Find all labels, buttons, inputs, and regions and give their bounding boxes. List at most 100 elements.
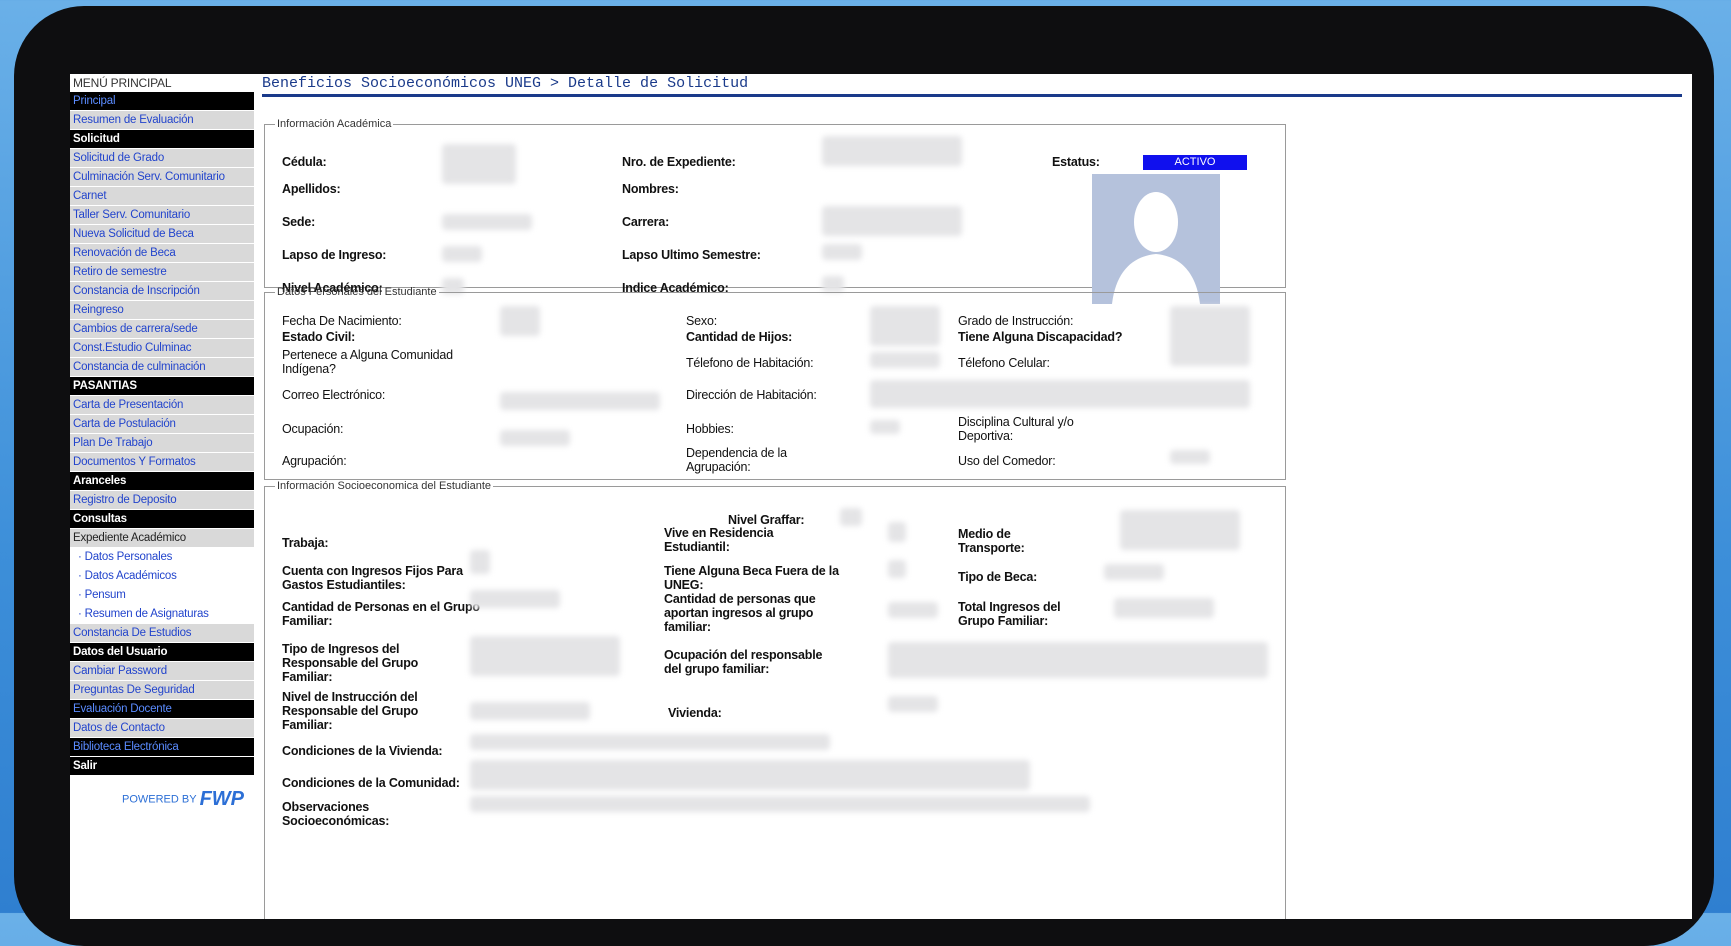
tipo-ingresos-label: Tipo de Ingresos del Responsable del Gru… (282, 642, 419, 684)
blurred-value (822, 244, 862, 260)
tipo-beca-label: Tipo de Beca: (958, 570, 1038, 584)
blurred-value (470, 590, 560, 608)
sidebar-item-17[interactable]: Carta de Postulación (70, 415, 254, 434)
blurred-value (470, 550, 490, 574)
sidebar-item-15[interactable]: PASANTIAS (70, 377, 254, 396)
lapso-ultimo-label: Lapso Ultimo Semestre: (622, 248, 761, 262)
blurred-value (442, 144, 516, 184)
sexo-label: Sexo: (686, 314, 717, 328)
blurred-value (870, 352, 940, 368)
sidebar-item-12[interactable]: Cambios de carrera/sede (70, 320, 254, 339)
blurred-value (888, 642, 1268, 678)
sidebar-item-28[interactable]: Constancia De Estudios (70, 624, 254, 643)
sidebar-item-1[interactable]: Resumen de Evaluación (70, 111, 254, 130)
blurred-value (870, 306, 940, 346)
blurred-value (888, 696, 938, 712)
sidebar-item-33[interactable]: Datos de Contacto (70, 719, 254, 738)
menu-title: MENÚ PRINCIPAL (73, 76, 172, 90)
total-ingresos-label: Total Ingresos del Grupo Familiar: (958, 600, 1061, 628)
sidebar-item-14[interactable]: Constancia de culminación (70, 358, 254, 377)
powered-by: POWERED BY FWP (70, 788, 254, 811)
blurred-value (500, 430, 570, 446)
sidebar-item-26[interactable]: · Pensum (70, 586, 254, 605)
sidebar-item-13[interactable]: Const.Estudio Culminac (70, 339, 254, 358)
trabaja-label: Trabaja: (282, 536, 329, 550)
fwp-logo: FWP (199, 788, 244, 810)
blurred-value (1114, 598, 1214, 618)
vivienda-label: Vivienda: (668, 706, 722, 720)
menu-list: Principal Resumen de Evaluación Solicitud S… (70, 92, 254, 776)
expediente-label: Nro. de Expediente: (622, 155, 736, 169)
sidebar-item-25[interactable]: · Datos Académicos (70, 567, 254, 586)
sidebar-item-23[interactable]: Expediente Académico (70, 529, 254, 548)
blurred-value (470, 702, 590, 720)
agrupacion-label: Agrupación: (282, 454, 347, 468)
sidebar-item-3[interactable]: Solicitud de Grado (70, 149, 254, 168)
lapso-ingreso-label: Lapso de Ingreso: (282, 248, 387, 262)
sidebar-item-20[interactable]: Aranceles (70, 472, 254, 491)
sidebar-item-0[interactable]: Principal (70, 92, 254, 111)
sidebar-item-7[interactable]: Nueva Solicitud de Beca (70, 225, 254, 244)
sidebar-item-21[interactable]: Registro de Deposito (70, 491, 254, 510)
beca-fuera-label: Tiene Alguna Beca Fuera de la UNEG: (664, 564, 839, 592)
blurred-value (1170, 306, 1250, 366)
nivel-instruccion-label: Nivel de Instrucción del Responsable del… (282, 690, 419, 732)
direccion-label: Dirección de Habitación: (686, 388, 817, 402)
academic-info-legend: Información Académica (277, 118, 392, 130)
status-badge: ACTIVO (1143, 155, 1247, 170)
sidebar-item-5[interactable]: Carnet (70, 187, 254, 206)
sidebar-item-31[interactable]: Preguntas De Seguridad (70, 681, 254, 700)
fecha-nacimiento-label: Fecha De Nacimiento: (282, 314, 402, 328)
nombres-label: Nombres: (622, 182, 679, 196)
blurred-value (1170, 450, 1210, 464)
estatus-label: Estatus: (1052, 155, 1100, 169)
device-frame: MENÚ PRINCIPAL Principal Resumen de Evalu… (14, 6, 1714, 946)
sidebar-item-35[interactable]: Salir (70, 757, 254, 776)
sidebar-item-29[interactable]: Datos del Usuario (70, 643, 254, 662)
sidebar-item-2[interactable]: Solicitud (70, 130, 254, 149)
carrera-label: Carrera: (622, 215, 670, 229)
correo-label: Correo Electrónico: (282, 388, 386, 402)
sidebar-item-8[interactable]: Renovación de Beca (70, 244, 254, 263)
blurred-value (470, 796, 1090, 812)
residencia-label: Vive en Residencia Estudiantil: (664, 526, 774, 554)
personal-data-legend: Datos Personales del Estudiante (277, 286, 437, 298)
grado-instruccion-label: Grado de Instrucción: (958, 314, 1074, 328)
estado-civil-label: Estado Civil: (282, 330, 356, 344)
sidebar-item-11[interactable]: Reingreso (70, 301, 254, 320)
sidebar-item-22[interactable]: Consultas (70, 510, 254, 529)
sidebar-item-9[interactable]: Retiro de semestre (70, 263, 254, 282)
observaciones-label: Observaciones Socioeconómicas: (282, 800, 390, 828)
sidebar-item-19[interactable]: Documentos Y Formatos (70, 453, 254, 472)
cedula-label: Cédula: (282, 155, 327, 169)
disciplina-label: Disciplina Cultural y/o Deportiva: (958, 415, 1074, 443)
nivel-graffar-label: Nivel Graffar: (728, 513, 805, 527)
blurred-value (870, 380, 1250, 408)
blurred-value (888, 602, 938, 618)
comunidad-indigena-label: Pertenece a Alguna Comunidad Indígena? (282, 348, 453, 376)
sidebar-item-32[interactable]: Evaluación Docente (70, 700, 254, 719)
sidebar-item-10[interactable]: Constancia de Inscripción (70, 282, 254, 301)
sidebar-item-18[interactable]: Plan De Trabajo (70, 434, 254, 453)
discapacidad-label: Tiene Alguna Discapacidad? (958, 330, 1123, 344)
blurred-value (822, 206, 962, 236)
blurred-value (822, 136, 962, 166)
blurred-value (500, 306, 540, 336)
ocupacion-label: Ocupación: (282, 422, 344, 436)
sidebar-item-30[interactable]: Cambiar Password (70, 662, 254, 681)
sidebar-item-27[interactable]: · Resumen de Asignaturas (70, 605, 254, 624)
dependencia-agrupacion-label: Dependencia de la Agrupación: (686, 446, 787, 474)
hobbies-label: Hobbies: (686, 422, 734, 436)
sidebar-item-16[interactable]: Carta de Presentación (70, 396, 254, 415)
sede-label: Sede: (282, 215, 316, 229)
sidebar-item-24[interactable]: · Datos Personales (70, 548, 254, 567)
sidebar-item-6[interactable]: Taller Serv. Comunitario (70, 206, 254, 225)
blurred-value (888, 560, 906, 578)
sidebar-item-4[interactable]: Culminación Serv. Comunitario (70, 168, 254, 187)
personas-grupo-label: Cantidad de Personas en el Grupo Familia… (282, 600, 480, 628)
uso-comedor-label: Uso del Comedor: (958, 454, 1056, 468)
sidebar-item-34[interactable]: Biblioteca Electrónica (70, 738, 254, 757)
blurred-value (888, 522, 906, 542)
blurred-value (470, 636, 620, 676)
browser-screen: MENÚ PRINCIPAL Principal Resumen de Evalu… (70, 74, 1692, 919)
